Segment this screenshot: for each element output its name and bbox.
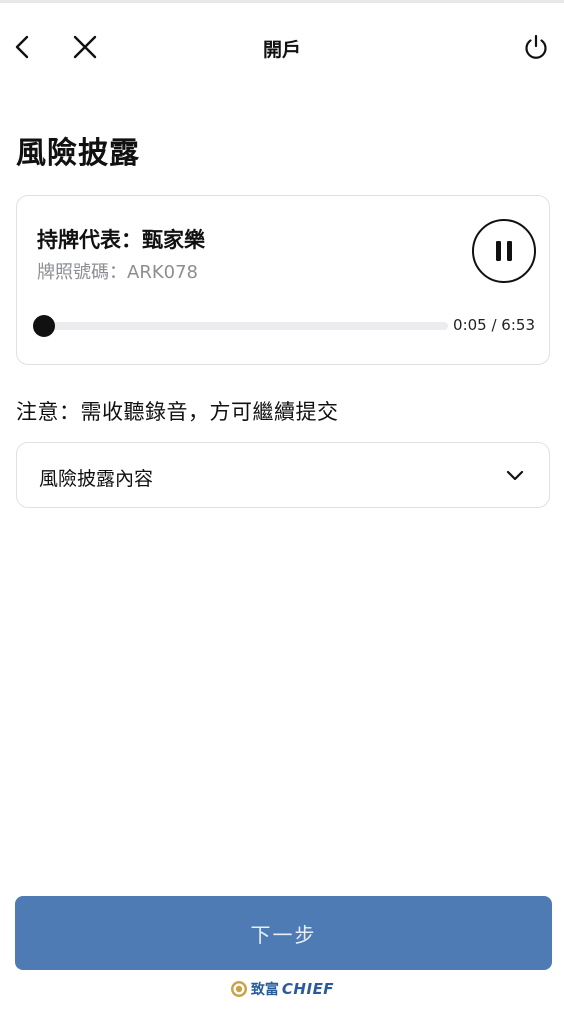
header-title: 開戶: [262, 39, 301, 61]
audio-player-card: 持牌代表：甄家樂 牌照號碼：ARK078 0:05 / 6:53: [16, 195, 550, 365]
listen-notice: 注意：需收聽錄音，方可繼續提交: [16, 400, 339, 424]
progress-track[interactable]: [32, 315, 448, 337]
brand-name-english: CHIEF: [281, 980, 335, 998]
progress-knob[interactable]: [32, 315, 55, 337]
pause-icon: [496, 241, 512, 261]
playback-time: 0:05 / 6:53: [453, 316, 535, 334]
pause-button[interactable]: [472, 219, 536, 283]
licence-number: 牌照號碼：ARK078: [37, 262, 198, 283]
next-step-button[interactable]: 下一步: [15, 896, 552, 970]
power-button[interactable]: [521, 32, 551, 62]
app-header: 開戶: [0, 3, 564, 87]
chief-logo-icon: [230, 981, 247, 997]
brand-footer: 致富 CHIEF: [0, 979, 564, 999]
brand-name-chinese: 致富: [250, 982, 279, 998]
page-title: 風險披露: [16, 136, 140, 171]
power-icon: [525, 34, 547, 59]
representative-name: 持牌代表：甄家樂: [37, 228, 205, 252]
chevron-down-icon: [506, 470, 524, 481]
dropdown-label: 風險披露內容: [39, 468, 154, 490]
risk-disclosure-dropdown[interactable]: 風險披露內容: [16, 442, 550, 508]
